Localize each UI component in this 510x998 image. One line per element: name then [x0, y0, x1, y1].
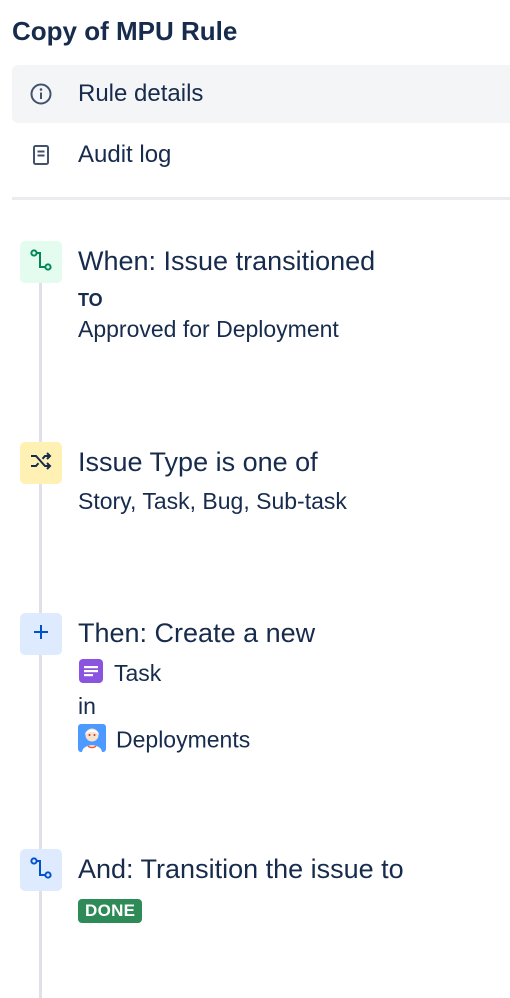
condition-badge [20, 442, 62, 484]
status-lozenge: DONE [78, 899, 143, 923]
info-icon [28, 81, 54, 107]
step-title: Then: Create a new [78, 618, 316, 648]
step-field-label: TO [78, 290, 103, 310]
document-icon [28, 142, 54, 168]
step-field-value: Approved for Deployment [78, 316, 339, 342]
transition-icon [28, 855, 54, 886]
plus-icon [30, 621, 52, 648]
issue-type-label: Task [114, 660, 162, 686]
step-field-value: Story, Task, Bug, Sub-task [78, 488, 347, 514]
divider [12, 197, 510, 200]
project-avatar-icon [78, 724, 106, 759]
connector-text: in [78, 693, 96, 719]
transition-icon [28, 247, 54, 278]
nav-label: Audit log [78, 141, 172, 168]
step-title: When: Issue transitioned [78, 246, 376, 276]
task-icon [78, 658, 104, 691]
issue-type-row: Task [78, 658, 161, 691]
step-title: Issue Type is one of [78, 447, 318, 477]
trigger-badge [20, 241, 62, 283]
step-title: And: Transition the issue to [78, 854, 404, 884]
project-label: Deployments [116, 726, 251, 753]
page-title: Copy of MPU Rule [12, 16, 238, 46]
shuffle-icon [28, 448, 54, 479]
nav-label: Rule details [78, 80, 204, 107]
nav-item-rule-details[interactable]: Rule details [12, 65, 510, 123]
nav-item-audit-log[interactable]: Audit log [12, 126, 510, 184]
project-row: Deployments [78, 724, 250, 759]
action-badge [20, 613, 62, 655]
action-badge [20, 849, 62, 891]
